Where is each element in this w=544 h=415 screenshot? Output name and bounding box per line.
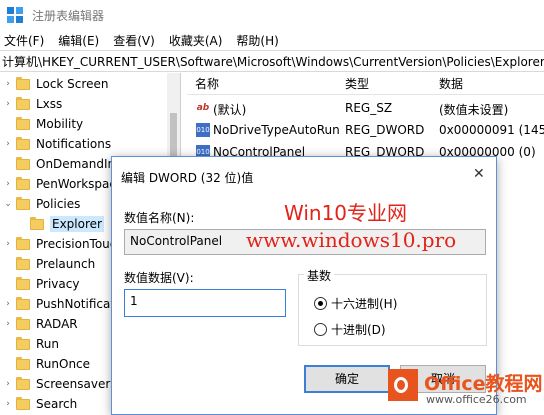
tree-item-prelaunch[interactable]: Prelaunch — [0, 254, 95, 274]
watermark-line1: Win10专业网 — [284, 201, 408, 225]
tree-item-mobility[interactable]: Mobility — [0, 114, 83, 134]
tree-item-policies[interactable]: ⌄ Policies — [0, 194, 80, 214]
folder-icon — [16, 396, 30, 410]
folder-icon — [16, 356, 30, 370]
folder-icon — [16, 196, 30, 210]
folder-icon — [16, 96, 30, 110]
expand-icon[interactable]: › — [0, 99, 16, 109]
collapse-icon[interactable]: ⌄ — [0, 199, 16, 209]
menu-help[interactable]: 帮助(H) — [236, 32, 278, 49]
column-name[interactable]: 名称 — [195, 75, 219, 92]
expand-icon[interactable]: › — [0, 319, 16, 329]
folder-icon — [16, 236, 30, 250]
value-data: (数值未设置) — [439, 103, 509, 117]
folder-icon — [16, 156, 30, 170]
folder-icon — [16, 76, 30, 90]
folder-icon — [16, 176, 30, 190]
base-label: 基数 — [304, 267, 335, 284]
site-logo: Office教程网 www.office26.com — [386, 367, 544, 415]
close-icon[interactable]: ✕ — [473, 166, 485, 182]
folder-icon — [16, 276, 30, 290]
menu-file[interactable]: 文件(F) — [4, 32, 44, 49]
folder-icon — [16, 116, 30, 130]
tree-item-explorer[interactable]: Explorer — [14, 214, 104, 234]
menu-bar: 文件(F) 编辑(E) 查看(V) 收藏夹(A) 帮助(H) — [0, 30, 544, 50]
expand-icon[interactable]: › — [0, 239, 16, 249]
tree-item-run[interactable]: Run — [0, 334, 59, 354]
column-data[interactable]: 数据 — [439, 75, 463, 92]
value-data: 0x00000091 (145) — [439, 123, 544, 137]
tree-item-lock-screen[interactable]: › Lock Screen — [0, 74, 108, 94]
folder-icon — [16, 136, 30, 150]
dialog-title: 编辑 DWORD (32 位)值 — [121, 171, 254, 185]
value-name: (默认) — [213, 103, 247, 117]
logo-url: www.office26.com — [426, 393, 527, 406]
hex-radio[interactable]: 十六进制(H) — [314, 295, 397, 312]
address-path[interactable]: 计算机\HKEY_CURRENT_USER\Software\Microsoft… — [2, 53, 544, 70]
value-data-input[interactable]: 1 — [124, 289, 286, 317]
value-data-label: 数值数据(V): — [124, 271, 194, 285]
tree-item-search[interactable]: › Search — [0, 394, 77, 414]
expand-icon[interactable]: › — [0, 379, 16, 389]
folder-icon — [16, 336, 30, 350]
tree-item-runonce[interactable]: RunOnce — [0, 354, 90, 374]
folder-icon — [16, 376, 30, 390]
list-row[interactable]: 010 NoDriveTypeAutoRun REG_DWORD 0x00000… — [187, 119, 544, 141]
radio-unselected-icon[interactable] — [314, 323, 327, 336]
tree-item-screensavers[interactable]: › Screensavers — [0, 374, 117, 394]
value-type: REG_DWORD — [345, 123, 425, 137]
menu-edit[interactable]: 编辑(E) — [58, 32, 99, 49]
window-title: 注册表编辑器 — [32, 8, 105, 23]
expand-icon[interactable]: › — [0, 79, 16, 89]
expand-icon[interactable]: › — [0, 299, 16, 309]
value-name: NoDriveTypeAutoRun — [213, 123, 340, 137]
regedit-icon — [7, 7, 23, 23]
address-bar[interactable]: 计算机\HKEY_CURRENT_USER\Software\Microsoft… — [0, 50, 544, 72]
list-row[interactable]: ab (默认) REG_SZ (数值未设置) — [187, 97, 544, 119]
office-logo-icon — [388, 369, 418, 401]
value-name-label: 数值名称(N): — [124, 211, 195, 225]
tree-item-lxss[interactable]: › Lxss — [0, 94, 62, 114]
title-bar: 注册表编辑器 — [0, 0, 544, 30]
expand-icon[interactable]: › — [0, 139, 16, 149]
tree-item-privacy[interactable]: Privacy — [0, 274, 79, 294]
folder-icon — [16, 296, 30, 310]
tree-item-radar[interactable]: › RADAR — [0, 314, 78, 334]
watermark-line2: www.windows10.pro — [246, 228, 457, 252]
string-value-icon: ab — [196, 103, 210, 113]
folder-icon — [16, 256, 30, 270]
tree-item-penworkspace[interactable]: › PenWorkspace — [0, 174, 123, 194]
list-header: 名称 类型 数据 — [187, 73, 544, 95]
logo-name: Office教程网 — [424, 373, 543, 395]
dword-value-icon: 010 — [196, 123, 210, 137]
radio-selected-icon[interactable] — [314, 297, 327, 310]
folder-icon — [30, 216, 44, 230]
value-type: REG_SZ — [345, 101, 393, 115]
tree-item-notifications[interactable]: › Notifications — [0, 134, 111, 154]
menu-favorites[interactable]: 收藏夹(A) — [169, 32, 223, 49]
expand-icon[interactable]: › — [0, 179, 16, 189]
dec-radio[interactable]: 十进制(D) — [314, 321, 386, 338]
ok-button[interactable]: 确定 — [304, 365, 390, 393]
expand-icon[interactable]: › — [0, 399, 16, 409]
menu-view[interactable]: 查看(V) — [113, 32, 155, 49]
column-type[interactable]: 类型 — [345, 75, 369, 92]
folder-icon — [16, 316, 30, 330]
